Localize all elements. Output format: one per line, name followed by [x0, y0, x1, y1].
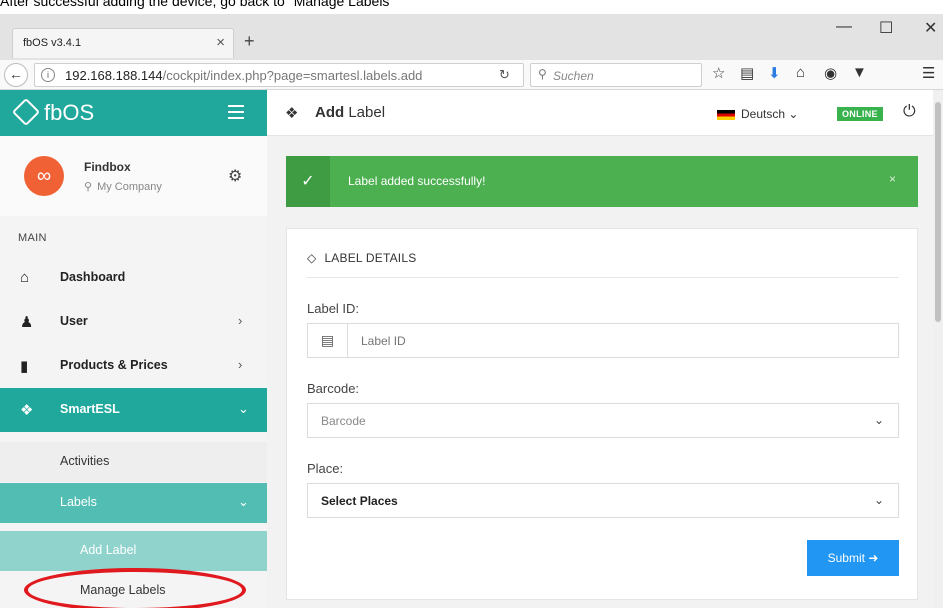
- chevron-down-icon: ⌄: [874, 493, 885, 507]
- subitem-label: Activities: [60, 454, 110, 468]
- sidebar-item-smartesl[interactable]: ❖ SmartESL ⌄: [0, 388, 267, 432]
- user-icon: ♟: [20, 314, 34, 331]
- section-label-main: MAIN: [18, 232, 47, 244]
- place-label: Place:: [307, 461, 344, 476]
- power-icon[interactable]: ⏻: [903, 103, 916, 121]
- language-label: Deutsch: [741, 107, 786, 121]
- sidebar-subitem-add-label[interactable]: Add Label: [0, 531, 267, 571]
- scrollbar-thumb[interactable]: [935, 102, 941, 322]
- sidebar-item-label: Dashboard: [60, 270, 126, 284]
- sidebar: fbOS ∞ Findbox ⚲ My Company ⚙ MAIN ⌂ Dash…: [0, 90, 267, 608]
- cube-logo-icon: [11, 97, 41, 127]
- chevron-right-icon: ›: [238, 357, 243, 372]
- sidebar-item-label: SmartESL: [60, 402, 120, 416]
- subitem-label: Add Label: [80, 543, 137, 557]
- profile-name: Findbox: [84, 160, 131, 174]
- location-pin-icon: ⚲: [84, 181, 93, 193]
- brand-name: fbOS: [44, 100, 95, 125]
- chat-icon[interactable]: ◉: [824, 64, 837, 82]
- chevron-down-icon: ⌄: [238, 401, 249, 416]
- avatar[interactable]: ∞: [24, 156, 64, 196]
- sidebar-item-dashboard[interactable]: ⌂ Dashboard: [0, 256, 267, 300]
- instruction-caption: After successful adding the device, go b…: [0, 0, 395, 9]
- home-icon: ⌂: [20, 269, 30, 286]
- submit-label: Submit: [827, 551, 865, 565]
- company-text: My Company: [97, 181, 162, 193]
- label-id-input[interactable]: [349, 324, 898, 357]
- success-alert: ✓ Label added successfully! ×: [286, 156, 918, 207]
- search-icon: ⚲: [538, 67, 547, 81]
- label-id-label: Label ID:: [307, 301, 360, 316]
- page-title-rest: Label: [344, 104, 386, 121]
- alert-close-icon[interactable]: ×: [889, 172, 896, 186]
- main-content: ❖ Add Label Deutsch ⌄ ONLINE ⏻ ✓ Label a…: [267, 90, 943, 608]
- diamond-icon: ◇: [307, 251, 317, 265]
- check-icon: ✓: [286, 156, 330, 207]
- annotation-highlight-ellipse: [24, 568, 246, 608]
- back-arrow-icon[interactable]: ←: [4, 63, 28, 87]
- german-flag-icon: [717, 110, 735, 120]
- subitem-label: Labels: [60, 495, 97, 509]
- chevron-right-icon: ›: [238, 313, 243, 328]
- reading-list-icon[interactable]: ▤: [740, 64, 754, 82]
- browser-nav-bar: ← i 192.168.188.144/cockpit/index.php?pa…: [0, 60, 943, 90]
- browser-tab-bar: fbOS v3.4.1 × + — ☐ ✕: [0, 14, 943, 60]
- submit-button[interactable]: Submit ➜: [807, 540, 899, 576]
- sidebar-item-user[interactable]: ♟ User ›: [0, 300, 267, 344]
- address-bar[interactable]: i 192.168.188.144/cockpit/index.php?page…: [34, 63, 524, 87]
- search-placeholder: Suchen: [553, 69, 594, 83]
- info-icon[interactable]: i: [41, 68, 55, 82]
- reload-icon[interactable]: ↻: [499, 67, 510, 83]
- sidebar-item-label: Products & Prices: [60, 358, 168, 372]
- document-icon: ▤: [308, 324, 348, 357]
- profile-company: ⚲ My Company: [84, 180, 162, 193]
- bookmark-star-icon[interactable]: ☆: [712, 64, 725, 82]
- chevron-down-icon: ⌄: [238, 494, 249, 509]
- url-path: /cockpit/index.php?page=smartesl.labels.…: [162, 68, 423, 83]
- url-host: 192.168.188.144: [65, 68, 163, 83]
- hamburger-icon[interactable]: [228, 105, 244, 119]
- page-header: ❖ Add Label Deutsch ⌄ ONLINE ⏻: [267, 90, 943, 136]
- place-select-value: Select Places: [321, 494, 398, 508]
- barcode-select-value: Barcode: [321, 414, 366, 428]
- card-title: LABEL DETAILS: [324, 251, 417, 265]
- language-dropdown[interactable]: Deutsch ⌄: [741, 107, 798, 121]
- divider: [307, 277, 899, 278]
- barcode-label: Barcode:: [307, 381, 360, 396]
- pocket-icon[interactable]: ▼: [852, 64, 867, 81]
- download-icon[interactable]: ⬇: [768, 64, 781, 82]
- tab-close-icon[interactable]: ×: [216, 29, 225, 57]
- url-text: 192.168.188.144/cockpit/index.php?page=s…: [65, 68, 422, 83]
- book-icon: ▮: [20, 358, 29, 375]
- minimize-icon[interactable]: —: [836, 18, 852, 36]
- barcode-select[interactable]: Barcode ⌄: [307, 403, 899, 438]
- new-tab-icon[interactable]: +: [244, 31, 255, 52]
- tag-icon: ❖: [285, 105, 299, 122]
- label-details-card: ◇ LABEL DETAILS Label ID: ▤ Barcode: Barc…: [286, 228, 918, 600]
- sidebar-subitem-activities[interactable]: Activities: [0, 442, 267, 482]
- place-select[interactable]: Select Places ⌄: [307, 483, 899, 518]
- status-badge: ONLINE: [837, 107, 883, 121]
- tags-icon: ❖: [20, 402, 34, 419]
- brand-bar: fbOS: [0, 90, 267, 136]
- tab-title: fbOS v3.4.1: [23, 37, 82, 49]
- chevron-down-icon: ⌄: [874, 413, 885, 427]
- alert-message: Label added successfully!: [348, 174, 486, 188]
- page-title: Add Label: [315, 104, 385, 121]
- menu-icon[interactable]: ☰: [922, 64, 935, 82]
- search-box[interactable]: ⚲ Suchen: [530, 63, 702, 87]
- sidebar-subitem-labels[interactable]: Labels ⌄: [0, 483, 267, 523]
- sidebar-item-label: User: [60, 314, 88, 328]
- label-id-input-group: ▤: [307, 323, 899, 358]
- maximize-icon[interactable]: ☐: [879, 18, 893, 38]
- sidebar-item-products[interactable]: ▮ Products & Prices ›: [0, 344, 267, 388]
- page-title-bold: Add: [315, 104, 345, 121]
- card-header: ◇ LABEL DETAILS: [307, 251, 416, 265]
- home-button-icon[interactable]: ⌂: [796, 64, 805, 81]
- profile-panel: ∞ Findbox ⚲ My Company ⚙: [0, 136, 267, 216]
- window-close-icon[interactable]: ✕: [924, 18, 937, 38]
- gear-icon[interactable]: ⚙: [228, 166, 242, 186]
- browser-tab[interactable]: fbOS v3.4.1 ×: [12, 28, 234, 58]
